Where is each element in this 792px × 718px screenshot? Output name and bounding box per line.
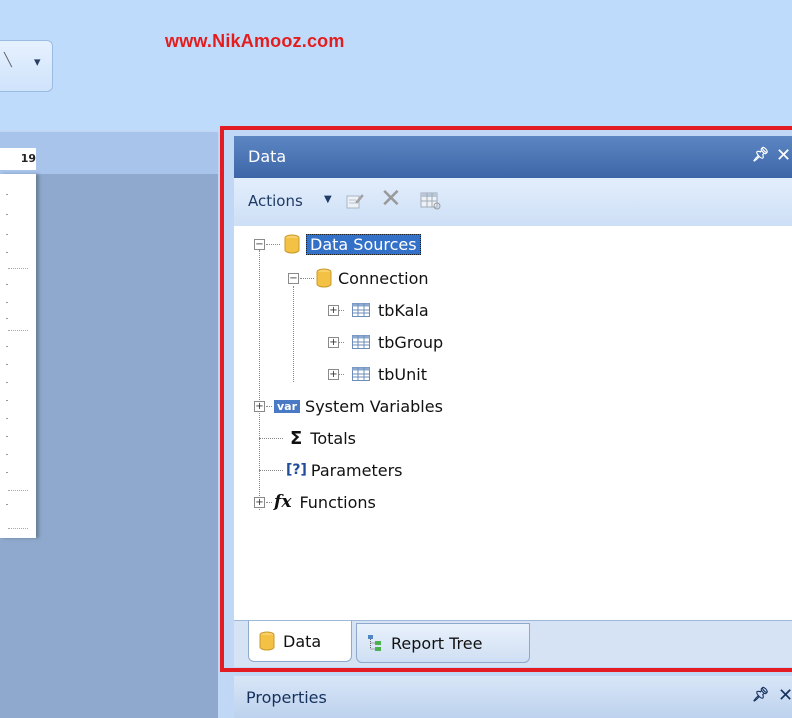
ruler-number: 19 bbox=[0, 148, 36, 170]
properties-panel-title-bar: Properties 📌︎ ✕ bbox=[234, 676, 792, 718]
watermark-text: www.NikAmooz.com bbox=[165, 31, 345, 51]
ribbon-background bbox=[0, 0, 792, 130]
dropdown-arrow-icon[interactable]: ▾ bbox=[34, 55, 41, 70]
report-page[interactable] bbox=[0, 174, 36, 538]
highlight-frame bbox=[220, 126, 792, 672]
chevron-icon: ╲ bbox=[4, 53, 12, 68]
properties-panel-title: Properties bbox=[246, 688, 327, 707]
pin-icon[interactable]: 📌︎ bbox=[752, 687, 770, 703]
ribbon-quick-access-button[interactable]: ╲ ▾ bbox=[0, 40, 53, 92]
close-icon[interactable]: ✕ bbox=[778, 685, 792, 706]
